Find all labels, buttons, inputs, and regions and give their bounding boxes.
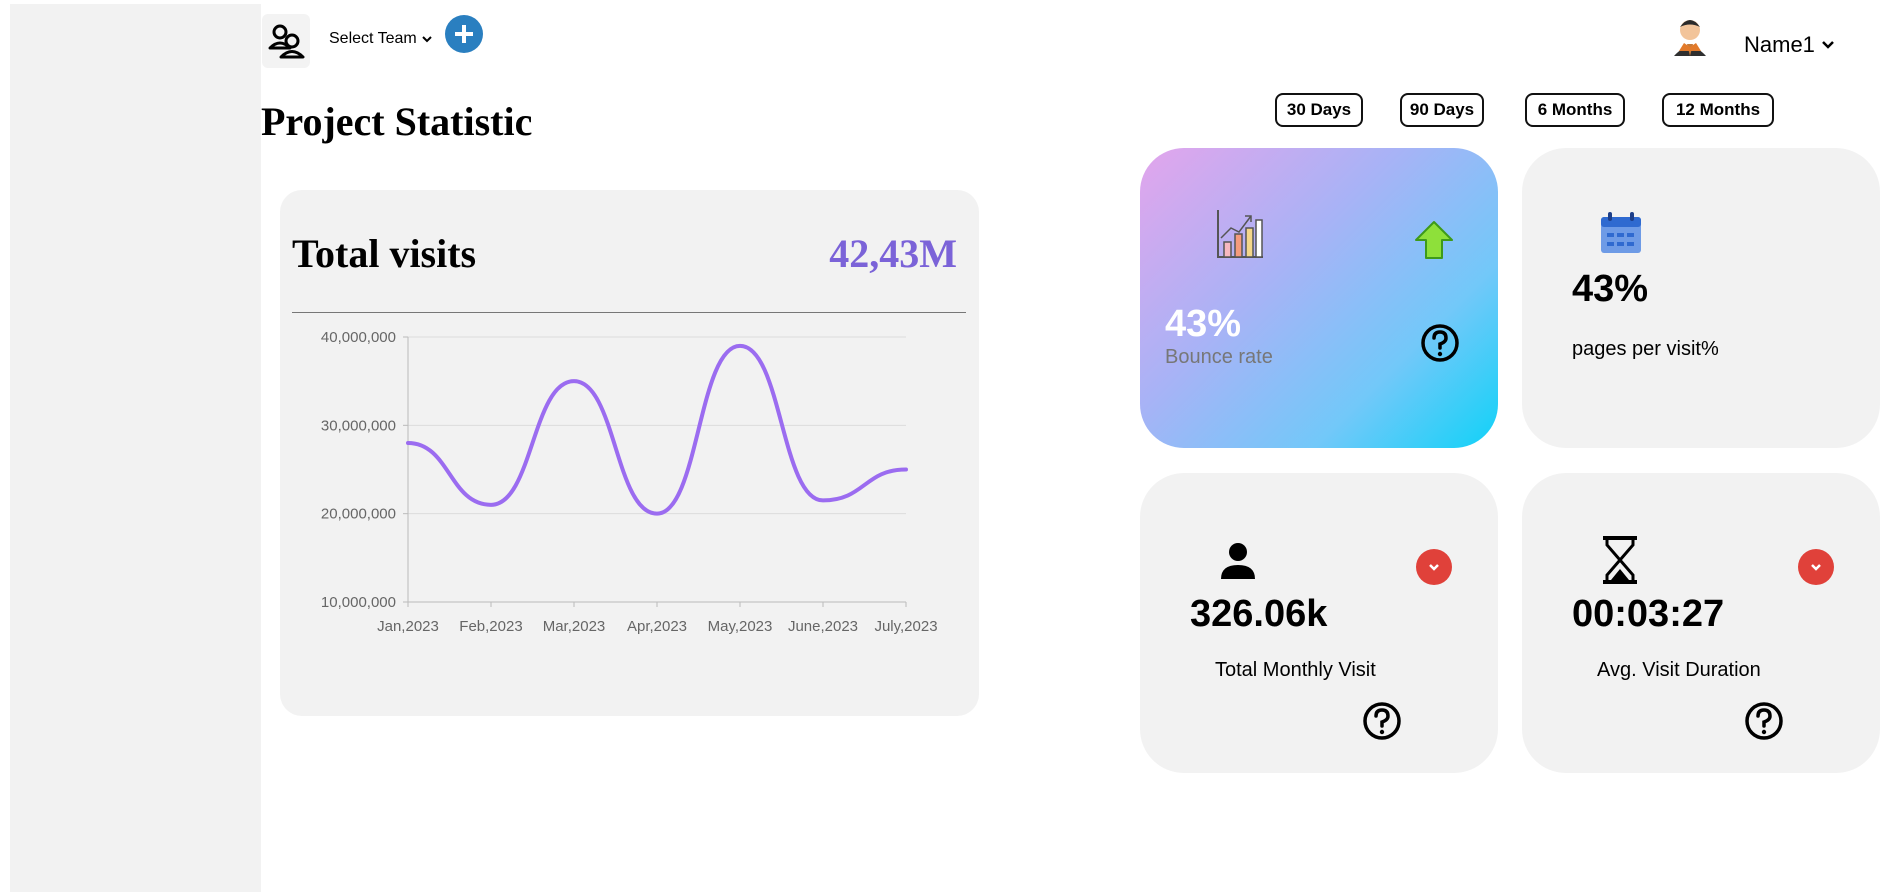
x-tick-label: Apr,2023 xyxy=(627,618,687,635)
team-selector-label: Select Team xyxy=(329,30,417,47)
bounce-rate-card: 43% Bounce rate xyxy=(1140,148,1498,448)
monthly-visit-card: 326.06k Total Monthly Visit xyxy=(1140,473,1498,773)
y-tick-label: 10,000,000 xyxy=(321,594,396,611)
person-icon xyxy=(1221,543,1255,579)
chevron-down-circle-icon[interactable] xyxy=(1798,549,1834,585)
plus-circle-icon xyxy=(455,25,473,43)
team-icon-graphic xyxy=(268,24,305,59)
add-team-button[interactable] xyxy=(445,15,483,53)
y-tick-label: 40,000,000 xyxy=(321,329,396,346)
x-tick-label: July,2023 xyxy=(874,618,937,635)
visit-duration-card: 00:03:27 Avg. Visit Duration xyxy=(1522,473,1880,773)
range-90-days-button[interactable]: 90 Days xyxy=(1400,93,1484,127)
pages-per-visit-value: 43% xyxy=(1572,268,1649,310)
visits-series-line xyxy=(406,343,908,516)
x-tick-label: June,2023 xyxy=(788,618,858,635)
chevron-down-icon xyxy=(422,36,432,43)
visits-line-chart: 40,000,000 30,000,000 20,000,000 10,000,000… xyxy=(321,329,938,635)
user-avatar-icon[interactable] xyxy=(1672,14,1708,56)
y-tick-label: 20,000,000 xyxy=(321,506,396,523)
visit-duration-label: Avg. Visit Duration xyxy=(1597,659,1761,681)
page-title: Project Statistic xyxy=(261,99,533,144)
chevron-down-icon xyxy=(1429,564,1439,571)
question-circle-icon[interactable] xyxy=(1362,701,1402,741)
monthly-visit-label: Total Monthly Visit xyxy=(1215,659,1376,681)
range-12-months-button[interactable]: 12 Months xyxy=(1662,93,1774,127)
bar-chart-growth-icon xyxy=(1217,210,1263,258)
calendar-icon xyxy=(1601,212,1641,253)
x-tick-label: Mar,2023 xyxy=(543,618,606,635)
team-icon[interactable] xyxy=(262,14,310,68)
chevron-down-icon xyxy=(1822,41,1834,49)
pages-per-visit-label: pages per visit% xyxy=(1572,338,1719,360)
x-tick-label: Feb,2023 xyxy=(459,618,522,635)
x-tick-label: Jan,2023 xyxy=(377,618,439,635)
up-arrow-icon xyxy=(1415,221,1453,259)
chevron-down-icon xyxy=(1811,564,1821,571)
visit-duration-value: 00:03:27 xyxy=(1572,593,1725,635)
monthly-visit-value: 326.06k xyxy=(1190,593,1328,635)
y-tick-label: 30,000,000 xyxy=(321,417,396,434)
total-visits-card: Total visits 42,43M 40,000,000 30,000,000… xyxy=(280,190,979,716)
chevron-down-circle-icon[interactable] xyxy=(1416,549,1452,585)
question-circle-icon[interactable] xyxy=(1420,323,1460,363)
bounce-rate-value: 43% xyxy=(1165,303,1242,345)
range-6-months-button[interactable]: 6 Months xyxy=(1525,93,1625,127)
hourglass-icon xyxy=(1603,536,1637,584)
user-name-label: Name1 xyxy=(1744,32,1815,57)
pages-per-visit-card: 43% pages per visit% xyxy=(1522,148,1880,448)
bounce-rate-label: Bounce rate xyxy=(1165,346,1273,368)
range-30-days-button[interactable]: 30 Days xyxy=(1275,93,1363,127)
question-circle-icon[interactable] xyxy=(1744,701,1784,741)
sidebar xyxy=(10,4,261,892)
user-menu[interactable]: Name1 xyxy=(1744,32,1835,58)
team-selector[interactable]: Select Team xyxy=(329,30,433,48)
x-tick-label: May,2023 xyxy=(708,618,773,635)
